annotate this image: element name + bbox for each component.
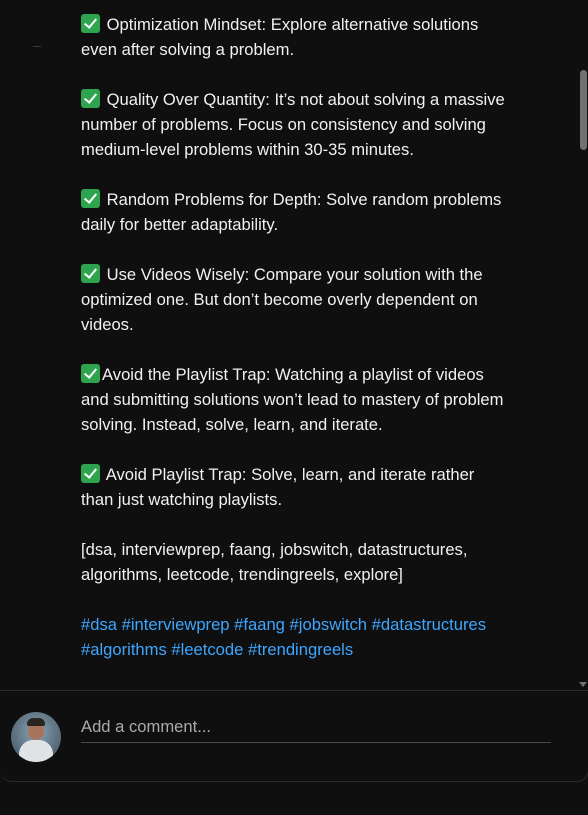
avatar-body [19,740,53,762]
paragraph-text: Random Problems for Depth: Solve random … [81,190,506,234]
check-mark-icon [81,264,100,283]
description-paragraph: Optimization Mindset: Explore alternativ… [81,12,511,62]
paragraph-text: Use Videos Wisely: Compare your solution… [81,265,488,334]
paragraph-text: [dsa, interviewprep, faang, jobswitch, d… [81,540,473,584]
paragraph-text: Quality Over Quantity: It’s not about so… [81,90,510,159]
hashtag-link[interactable]: #leetcode [171,640,243,659]
paragraph-text: Avoid Playlist Trap: Solve, learn, and i… [81,465,479,509]
hashtag-link[interactable]: #faang [234,615,285,634]
avatar-hair [27,718,45,726]
paragraph-text: Avoid the Playlist Trap: Watching a play… [81,365,509,434]
description-paragraph: Use Videos Wisely: Compare your solution… [81,262,511,337]
hashtag-link[interactable]: #dsa [81,615,117,634]
description-paragraph: Avoid Playlist Trap: Solve, learn, and i… [81,462,511,512]
check-mark-icon [81,189,100,208]
scroll-down-arrow-icon[interactable] [579,682,587,687]
hashtag-link[interactable]: #algorithms [81,640,167,659]
description-panel: Optimization Mindset: Explore alternativ… [0,0,588,782]
description-paragraph: Avoid the Playlist Trap: Watching a play… [81,362,511,437]
scrollbar-thumb[interactable] [580,70,587,150]
video-description: Optimization Mindset: Explore alternativ… [81,12,511,687]
hashtag-link[interactable]: #trendingreels [248,640,353,659]
check-mark-icon [81,14,100,33]
hashtag-list: #dsa #interviewprep #faang #jobswitch #d… [81,612,511,662]
check-mark-icon [81,89,100,108]
hashtag-link[interactable]: #interviewprep [122,615,230,634]
comment-input[interactable] [81,712,551,743]
tags-paragraph: [dsa, interviewprep, faang, jobswitch, d… [81,537,511,587]
hashtag-link[interactable]: #datastructures [372,615,486,634]
divider-mark [33,46,41,47]
check-mark-icon [81,364,100,383]
hashtag-link[interactable]: #jobswitch [290,615,367,634]
paragraph-text: Optimization Mindset: Explore alternativ… [81,15,483,59]
description-scroll-area[interactable]: Optimization Mindset: Explore alternativ… [0,0,576,690]
description-paragraph: Random Problems for Depth: Solve random … [81,187,511,237]
comment-divider [0,690,588,691]
user-avatar [11,712,61,762]
description-paragraph: Quality Over Quantity: It’s not about so… [81,87,511,162]
check-mark-icon [81,464,100,483]
